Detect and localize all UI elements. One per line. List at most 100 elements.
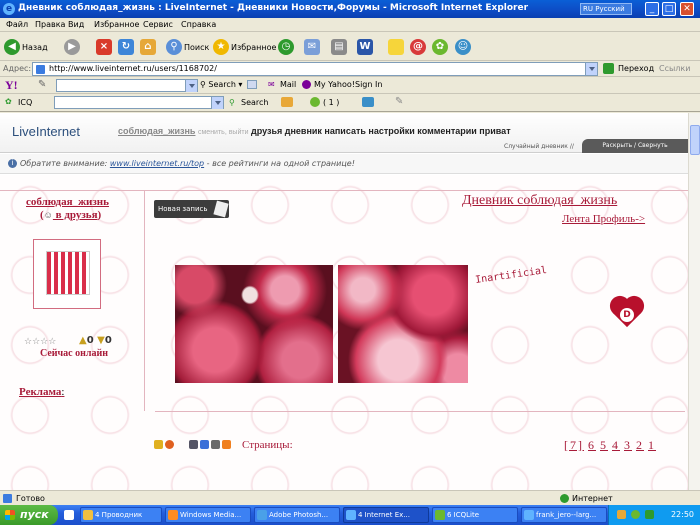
- diary-title[interactable]: Дневник соблюдая_жизнь: [462, 193, 617, 209]
- feed-profile-links[interactable]: Лента Профиль->: [562, 213, 645, 225]
- page-link[interactable]: 4: [612, 438, 620, 452]
- icq-pencil-icon[interactable]: ✎: [395, 96, 403, 107]
- current-user-link[interactable]: соблюдая_жизнь: [118, 126, 195, 136]
- mail-icon: ✉: [268, 80, 275, 89]
- random-diary-link[interactable]: Случайный дневник //: [504, 143, 574, 150]
- mail-button[interactable]: ✉: [304, 38, 322, 56]
- yahoo-search-input[interactable]: [56, 79, 198, 92]
- menu-favorites[interactable]: Избранное: [94, 20, 139, 29]
- search-icon: ⚲: [166, 39, 182, 55]
- address-dropdown[interactable]: [585, 63, 597, 75]
- liveinternet-logo[interactable]: LiveInternet: [12, 124, 80, 139]
- address-bar: Адрес: http://www.liveinternet.ru/users/…: [0, 61, 700, 77]
- yahoo-logo[interactable]: Y!: [5, 78, 18, 93]
- icq-search-input[interactable]: [54, 96, 224, 109]
- new-post-button[interactable]: Новая запись: [154, 200, 229, 218]
- add-friend-link[interactable]: (☺ в друзья): [40, 209, 101, 221]
- nav-links[interactable]: друзья дневник написать настройки коммен…: [251, 126, 511, 136]
- window-title-bar[interactable]: e Дневник соблюдая_жизнь : LiveInternet …: [0, 0, 700, 18]
- yahoo-search-dropdown[interactable]: [185, 80, 197, 92]
- icq-search-button[interactable]: Search: [241, 98, 268, 107]
- diary-nick-link[interactable]: соблюдая_жизнь: [26, 196, 109, 208]
- change-exit-link[interactable]: сменить, выйти: [198, 129, 249, 136]
- scrollbar-thumb[interactable]: [690, 125, 700, 155]
- messenger-button[interactable]: ☺: [455, 38, 473, 56]
- menu-tools[interactable]: Сервис: [143, 20, 173, 29]
- task-internet-explorer[interactable]: 4 Internet Ex...: [343, 507, 429, 523]
- yahoo-mail-link[interactable]: Mail: [280, 80, 296, 89]
- links-label[interactable]: Ссылки: [659, 64, 690, 73]
- task-image[interactable]: frank_jero--larg...: [521, 507, 607, 523]
- home-button[interactable]: ⌂: [140, 38, 158, 56]
- target-icon[interactable]: [165, 440, 174, 449]
- expand-collapse-button[interactable]: Раскрыть / Свернуть: [582, 139, 688, 153]
- thumbs-down-icon[interactable]: ▼: [97, 335, 105, 346]
- edit-word-button[interactable]: W: [357, 38, 375, 56]
- stop-button[interactable]: ×: [96, 38, 114, 56]
- start-button[interactable]: пуск: [0, 505, 58, 525]
- tray-icon[interactable]: [617, 510, 626, 519]
- paper-icon: [213, 200, 229, 218]
- page-link[interactable]: 3: [624, 438, 632, 452]
- favorites-button[interactable]: ★ Избранное: [213, 38, 276, 56]
- back-button[interactable]: ◀ Назад: [4, 38, 48, 56]
- rss-icon[interactable]: [222, 440, 232, 449]
- refresh-button[interactable]: ↻: [118, 38, 136, 56]
- menu-file[interactable]: Файл: [6, 20, 28, 29]
- icq-logo[interactable]: ICQ: [18, 98, 32, 107]
- my-yahoo-link[interactable]: My Yahoo!: [314, 80, 355, 89]
- save-icon[interactable]: [200, 440, 210, 449]
- pencil-icon[interactable]: ✎: [38, 79, 46, 90]
- menu-help[interactable]: Справка: [181, 20, 216, 29]
- print-icon[interactable]: [189, 440, 199, 449]
- maximize-button[interactable]: □: [662, 2, 676, 16]
- clock[interactable]: 22:50: [671, 510, 694, 519]
- icq-status-icon: [310, 97, 320, 107]
- icq-counter[interactable]: ( 1 ): [323, 98, 339, 107]
- icq-tools-icon[interactable]: [281, 97, 293, 107]
- page-link[interactable]: 1: [648, 438, 656, 452]
- go-button[interactable]: Переход: [618, 64, 654, 73]
- task-media-player[interactable]: Windows Media...: [165, 507, 251, 523]
- forward-button[interactable]: ▶: [64, 38, 82, 56]
- web-page-content: LiveInternet соблюдая_жизнь сменить, вый…: [0, 113, 688, 490]
- list-icon[interactable]: [211, 440, 221, 449]
- page-link[interactable]: 6: [588, 438, 596, 452]
- go-arrow-icon[interactable]: [603, 63, 614, 74]
- avatar[interactable]: [33, 239, 101, 309]
- close-button[interactable]: ✕: [680, 2, 694, 16]
- page-link[interactable]: [7]: [564, 438, 584, 452]
- icq-toolbar-button[interactable]: ✿: [432, 38, 450, 56]
- icq-search-dropdown[interactable]: [211, 97, 223, 109]
- yahoo-search-button[interactable]: ⚲ Search ▾: [200, 80, 242, 89]
- at-button[interactable]: @: [410, 38, 428, 56]
- task-icq[interactable]: 6 ICQLite: [432, 507, 518, 523]
- address-input[interactable]: http://www.liveinternet.ru/users/1168702…: [32, 62, 598, 76]
- window-title: Дневник соблюдая_жизнь : LiveInternet - …: [18, 3, 529, 13]
- top-ratings-link[interactable]: www.liveinternet.ru/top: [110, 159, 204, 168]
- network-icon[interactable]: [645, 510, 654, 519]
- rating-stars[interactable]: ☆☆☆☆: [24, 337, 56, 347]
- page-link[interactable]: 2: [636, 438, 644, 452]
- history-button[interactable]: ◷: [278, 38, 296, 56]
- notes-button[interactable]: [388, 38, 406, 56]
- icq-tray-icon[interactable]: [631, 510, 640, 519]
- vertical-scrollbar[interactable]: [688, 113, 700, 490]
- ads-link[interactable]: Реклама:: [19, 386, 64, 398]
- friend-icon: ☺: [43, 210, 53, 220]
- task-explorer[interactable]: 4 Проводник: [80, 507, 162, 523]
- thumbs-up-icon[interactable]: ▲: [79, 335, 87, 346]
- minimize-button[interactable]: _: [645, 2, 659, 16]
- task-photoshop[interactable]: Adobe Photosh...: [254, 507, 340, 523]
- yahoo-tools-icon[interactable]: [247, 80, 257, 89]
- language-indicator[interactable]: RU Русский: [580, 3, 632, 15]
- menu-view[interactable]: Вид: [68, 20, 84, 29]
- search-button[interactable]: ⚲ Поиск: [166, 38, 209, 56]
- menu-edit[interactable]: Правка: [35, 20, 65, 29]
- print-button[interactable]: ▤: [331, 38, 349, 56]
- quicklaunch-icon[interactable]: [64, 510, 74, 520]
- edit-icon[interactable]: [154, 440, 163, 449]
- page-link[interactable]: 5: [600, 438, 608, 452]
- sign-in-link[interactable]: Sign In: [355, 80, 382, 89]
- icq-contacts-icon[interactable]: [362, 97, 374, 107]
